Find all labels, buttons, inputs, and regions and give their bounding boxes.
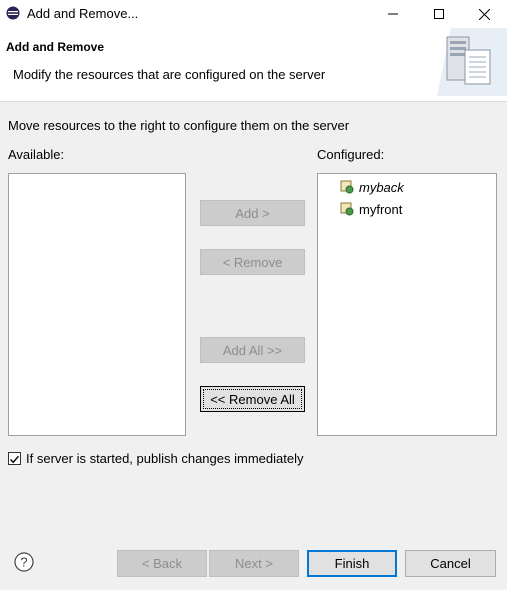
help-icon[interactable]: ? xyxy=(14,552,34,572)
header-description: Modify the resources that are configured… xyxy=(13,67,326,82)
configured-label: Configured: xyxy=(317,147,385,162)
back-button[interactable]: < Back xyxy=(117,550,207,577)
finish-button[interactable]: Finish xyxy=(307,550,397,577)
web-module-icon xyxy=(340,180,354,194)
close-button[interactable] xyxy=(461,0,507,28)
available-label: Available: xyxy=(8,147,65,162)
title-bar: Add and Remove... xyxy=(0,0,507,28)
add-button[interactable]: Add > xyxy=(200,200,305,226)
minimize-button[interactable] xyxy=(370,0,416,28)
configured-list[interactable]: myback myfront xyxy=(317,173,497,436)
checkmark-icon xyxy=(9,455,20,464)
header-title: Add and Remove xyxy=(6,40,105,54)
server-banner-icon xyxy=(437,28,507,96)
publish-checkbox[interactable] xyxy=(8,452,21,465)
available-list[interactable] xyxy=(8,173,186,436)
web-module-icon xyxy=(340,202,354,216)
window-title: Add and Remove... xyxy=(27,6,139,21)
configured-item-myback[interactable]: myback xyxy=(340,178,404,196)
remove-button[interactable]: < Remove xyxy=(200,249,305,275)
svg-text:?: ? xyxy=(20,555,27,570)
publish-checkbox-label: If server is started, publish changes im… xyxy=(26,451,304,466)
wizard-header: Add and Remove Modify the resources that… xyxy=(0,28,507,102)
maximize-icon xyxy=(434,9,444,19)
add-all-button[interactable]: Add All >> xyxy=(200,337,305,363)
close-icon xyxy=(478,8,490,20)
configured-item-myfront[interactable]: myfront xyxy=(340,200,402,218)
eclipse-app-icon xyxy=(6,6,20,20)
instruction-text: Move resources to the right to configure… xyxy=(8,118,350,133)
configured-item-label: myback xyxy=(359,179,404,195)
next-button[interactable]: Next > xyxy=(209,550,299,577)
cancel-button[interactable]: Cancel xyxy=(405,550,496,577)
remove-all-button[interactable]: << Remove All xyxy=(200,386,305,412)
configured-item-label: myfront xyxy=(359,201,403,217)
minimize-icon xyxy=(388,13,398,15)
maximize-button[interactable] xyxy=(416,0,462,28)
